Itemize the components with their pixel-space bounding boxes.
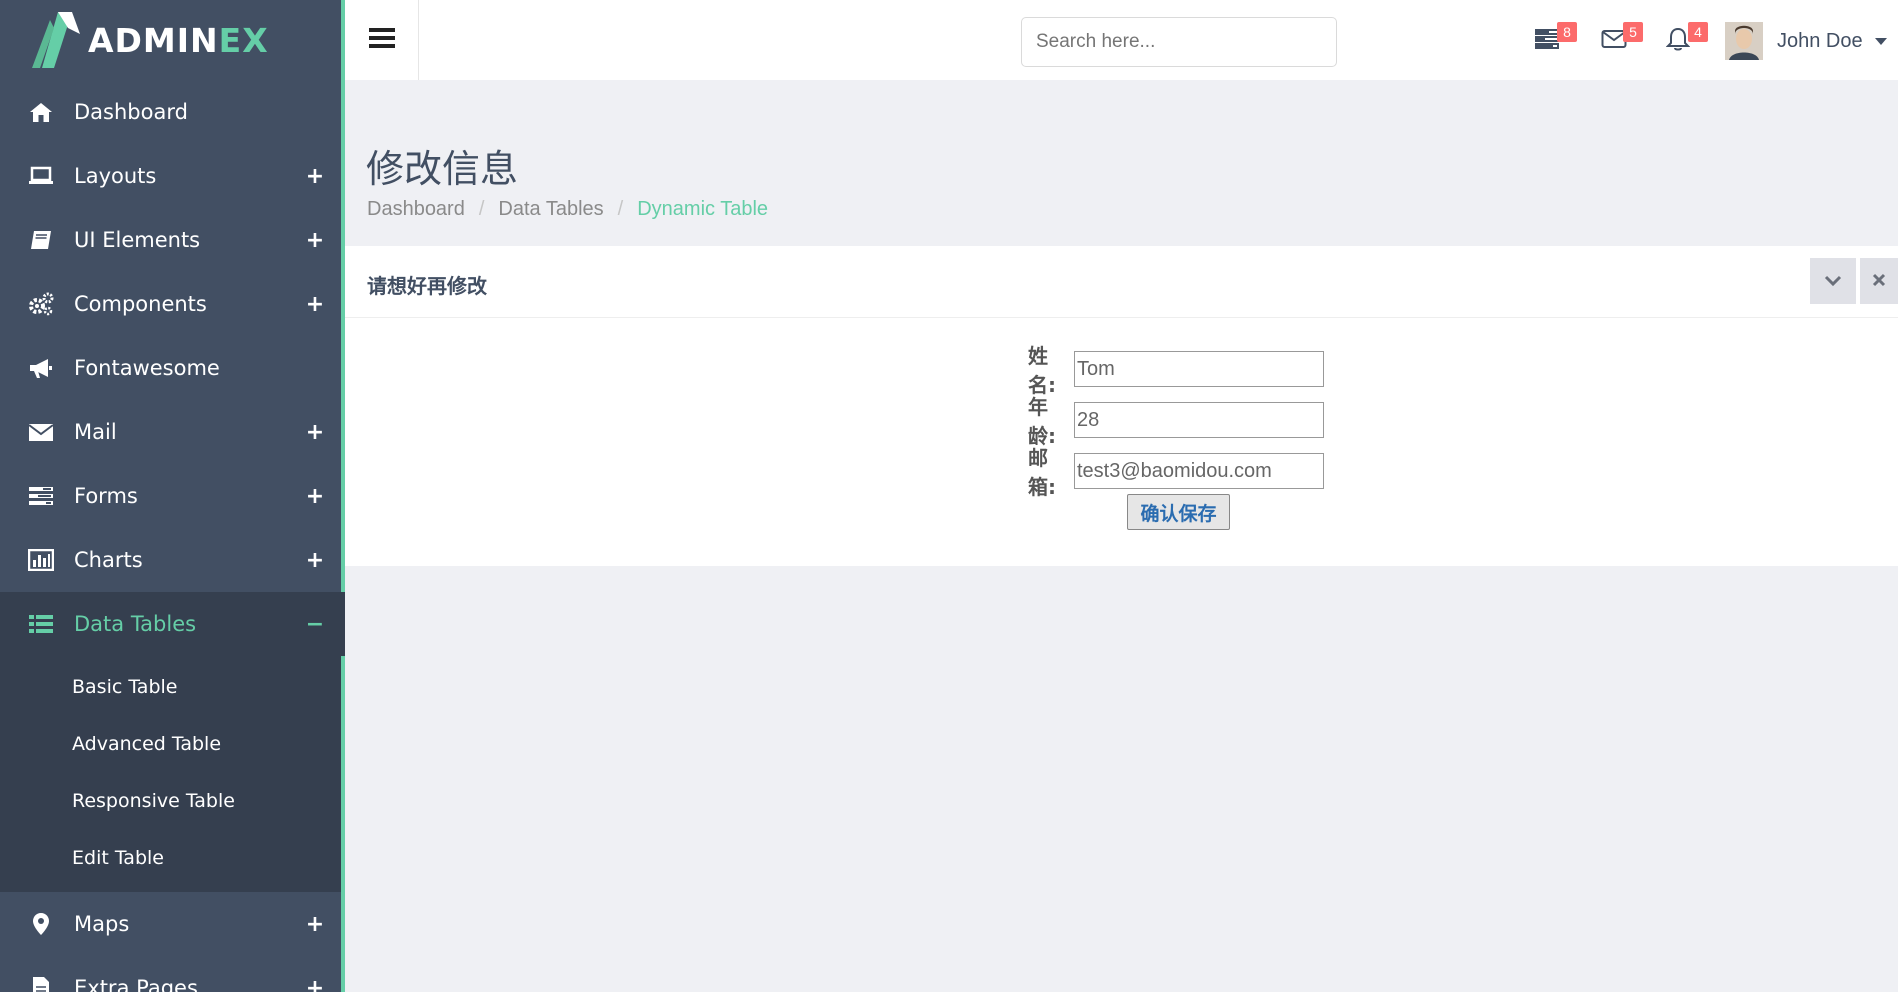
sidebar-item-dashboard[interactable]: Dashboard [0,80,345,144]
sidebar-item-components[interactable]: Components + [0,272,345,336]
map-marker-icon [28,912,54,936]
sidebar-item-forms[interactable]: Forms + [0,464,345,528]
sidebar-item-maps[interactable]: Maps + [0,892,345,956]
form-row-name: 姓名: [1028,340,1324,398]
page-title: 修改信息 [366,147,519,191]
expand-icon: + [305,975,325,992]
chevron-down-icon [1824,272,1842,291]
file-icon [28,976,54,992]
sidebar-item-data-tables[interactable]: Data Tables − [0,592,345,656]
submenu-item-edit-table[interactable]: Edit Table [0,829,345,886]
submenu-item-basic-table[interactable]: Basic Table [0,658,345,715]
tasks-dropdown-button[interactable]: 8 [1535,22,1577,56]
sidebar-item-label: Extra Pages [74,976,198,992]
sidebar-item-label: Dashboard [74,100,188,124]
breadcrumb-current: Dynamic Table [637,198,769,220]
panel-title: 请想好再修改 [367,274,487,298]
save-button[interactable]: 确认保存 [1127,494,1230,530]
expand-icon: + [305,483,325,509]
submenu-item-responsive-table[interactable]: Responsive Table [0,772,345,829]
logo[interactable]: ADMINEX [0,0,345,80]
sidebar-item-label: Layouts [74,164,157,188]
bar-chart-icon [28,548,54,572]
laptop-icon [28,164,54,188]
sidebar-item-ui-elements[interactable]: UI Elements + [0,208,345,272]
caret-down-icon [1874,37,1887,45]
logo-text: ADMINEX [88,21,269,60]
sidebar-item-label: Data Tables [74,612,197,636]
panel-collapse-button[interactable] [1810,258,1856,304]
tasks-badge: 8 [1557,22,1577,42]
sidebar-item-charts[interactable]: Charts + [0,528,345,592]
sidebar-item-label: UI Elements [74,228,201,252]
expand-icon: + [305,419,325,445]
envelope-icon [28,420,54,444]
bell-icon [1665,27,1691,56]
book-icon [28,228,54,252]
expand-icon: + [305,163,325,189]
expand-icon: + [305,291,325,317]
sidebar-item-label: Components [74,292,207,316]
sidebar-item-label: Fontawesome [74,356,220,380]
user-name: John Doe [1777,29,1863,52]
sidebar-item-mail[interactable]: Mail + [0,400,345,464]
sidebar-item-extra-pages[interactable]: Extra Pages + [0,956,345,992]
close-icon [1872,272,1886,291]
sidebar-item-label: Forms [74,484,138,508]
sidebar-item-layouts[interactable]: Layouts + [0,144,345,208]
expand-icon: + [305,547,325,573]
sidebar: ADMINEX Dashboard Layouts + UI Elements … [0,0,345,992]
avatar [1725,22,1763,60]
name-label: 姓名: [1028,344,1056,397]
form-row-age: 年龄: [1028,391,1324,449]
mail-dropdown-button[interactable]: 5 [1601,22,1643,56]
breadcrumb-separator: / [478,198,485,220]
sidebar-item-label: Mail [74,420,117,444]
breadcrumb-link-dashboard[interactable]: Dashboard [367,198,465,221]
email-label: 邮箱: [1028,446,1056,499]
name-field[interactable] [1074,351,1324,387]
expand-icon: + [305,911,325,937]
hamburger-icon [368,27,395,53]
search-input[interactable] [1021,17,1337,67]
age-label: 年龄: [1028,395,1056,448]
email-field[interactable] [1074,453,1324,489]
user-menu[interactable]: John Doe [1725,22,1887,60]
bullhorn-icon [28,356,54,380]
sidebar-item-fontawesome[interactable]: Fontawesome [0,336,345,400]
logo-text-prefix: ADMIN [88,20,219,60]
mail-badge: 5 [1623,22,1643,42]
notifications-dropdown-button[interactable]: 4 [1665,22,1708,56]
tasks-icon [28,484,54,508]
top-header: 8 5 4 John Doe [345,0,1898,80]
age-field[interactable] [1074,402,1324,438]
cogs-icon [28,292,54,316]
panel-close-button[interactable] [1860,258,1898,304]
breadcrumb: Dashboard / Data Tables / Dynamic Table [367,198,768,221]
submenu-item-advanced-table[interactable]: Advanced Table [0,715,345,772]
expand-icon: + [305,227,325,253]
menu-toggle-button[interactable] [345,0,419,80]
notifications-badge: 4 [1688,22,1708,42]
breadcrumb-separator: / [617,198,624,220]
sidebar-item-label: Charts [74,548,143,572]
home-icon [28,100,54,124]
logo-text-suffix: EX [218,20,269,60]
collapse-icon: − [305,611,325,637]
sidebar-item-label: Maps [74,912,130,936]
submenu-data-tables: Basic Table Advanced Table Responsive Ta… [0,656,345,892]
panel-header: 请想好再修改 [345,246,1898,318]
breadcrumb-link-data-tables[interactable]: Data Tables [498,198,603,221]
table-icon [28,612,54,636]
form-row-email: 邮箱: [1028,442,1324,500]
logo-icon [28,10,80,70]
